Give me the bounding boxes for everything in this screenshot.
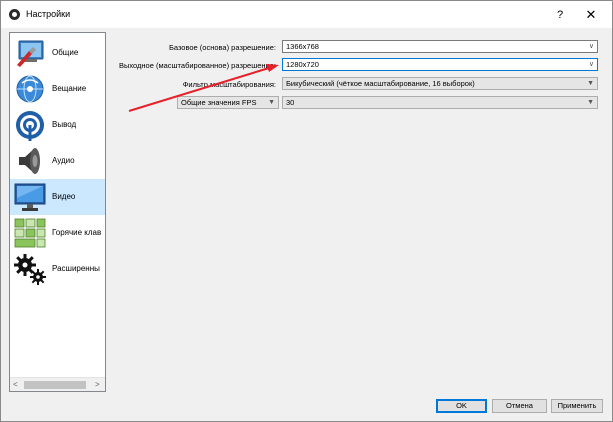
sidebar-item-label: Вывод — [52, 120, 77, 129]
caret-down-icon: ▼ — [268, 99, 275, 106]
fps-type-combo[interactable]: Общие значения FPS ▼ — [177, 96, 279, 109]
keyboard-icon — [14, 218, 46, 248]
sidebar-item-general[interactable]: Общие — [10, 35, 105, 71]
output-resolution-combo[interactable]: 1280x720 ∨ — [282, 58, 598, 71]
fps-type-value: Общие значения FPS — [181, 98, 257, 107]
sidebar-item-advanced[interactable]: Расширенны — [10, 251, 105, 287]
ok-button[interactable]: OK — [436, 399, 487, 413]
window-title: Настройки — [26, 9, 71, 19]
base-resolution-value: 1366x768 — [286, 42, 319, 51]
speaker-icon — [19, 148, 40, 174]
title-bar: Настройки ? ✕ — [1, 1, 612, 28]
cancel-button[interactable]: Отмена — [492, 399, 547, 413]
close-button[interactable]: ✕ — [573, 4, 609, 25]
fps-value-combo[interactable]: 30 ▼ — [282, 96, 598, 109]
scroll-right-icon[interactable]: > — [95, 380, 100, 389]
sidebar-item-video[interactable]: Видео — [10, 179, 105, 215]
obs-logo-icon — [9, 9, 20, 20]
caret-down-icon: ▼ — [587, 99, 594, 106]
sidebar-item-label: Видео — [52, 192, 76, 201]
base-resolution-combo[interactable]: 1366x768 ∨ — [282, 40, 598, 53]
downscale-filter-value: Бикубический (чёткое масштабирование, 16… — [286, 79, 475, 88]
settings-category-list: Общие Вещание Вывод Аудио Видео Горячие … — [9, 32, 106, 392]
apply-button[interactable]: Применить — [551, 399, 603, 413]
gears-icon — [14, 254, 46, 285]
chevron-down-icon: ∨ — [588, 43, 594, 50]
help-button[interactable]: ? — [549, 6, 571, 24]
output-resolution-value: 1280x720 — [286, 60, 319, 69]
output-resolution-label: Выходное (масштабированное) разрешение: — [118, 61, 276, 70]
settings-window: Настройки ? ✕ Общие Вещание Вывод Аудио … — [0, 0, 613, 422]
sidebar-item-label: Аудио — [52, 156, 75, 165]
base-resolution-label: Базовое (основа) разрешение: — [168, 43, 276, 52]
sidebar-item-stream[interactable]: Вещание — [10, 71, 105, 107]
sidebar-item-label: Вещание — [52, 84, 87, 93]
monitor-icon — [14, 183, 46, 211]
general-settings-icon — [17, 40, 44, 67]
scroll-left-icon[interactable]: < — [13, 380, 18, 389]
output-signal-icon — [16, 111, 44, 141]
sidebar-horizontal-scrollbar[interactable]: < > — [10, 377, 105, 391]
sidebar-item-label: Расширенны — [52, 264, 100, 273]
sidebar-item-output[interactable]: Вывод — [10, 107, 105, 143]
sidebar-item-label: Горячие клав — [52, 228, 102, 237]
downscale-filter-label: Фильтр масштабирования: — [182, 80, 276, 89]
scroll-thumb[interactable] — [24, 381, 86, 389]
sidebar-item-hotkeys[interactable]: Горячие клав — [10, 215, 105, 251]
caret-down-icon: ▼ — [587, 80, 594, 87]
sidebar-item-audio[interactable]: Аудио — [10, 143, 105, 179]
sidebar-item-label: Общие — [52, 48, 79, 57]
fps-value: 30 — [286, 98, 295, 107]
chevron-down-icon: ∨ — [588, 61, 594, 68]
downscale-filter-combo[interactable]: Бикубический (чёткое масштабирование, 16… — [282, 77, 598, 90]
broadcast-globe-icon — [16, 75, 44, 103]
